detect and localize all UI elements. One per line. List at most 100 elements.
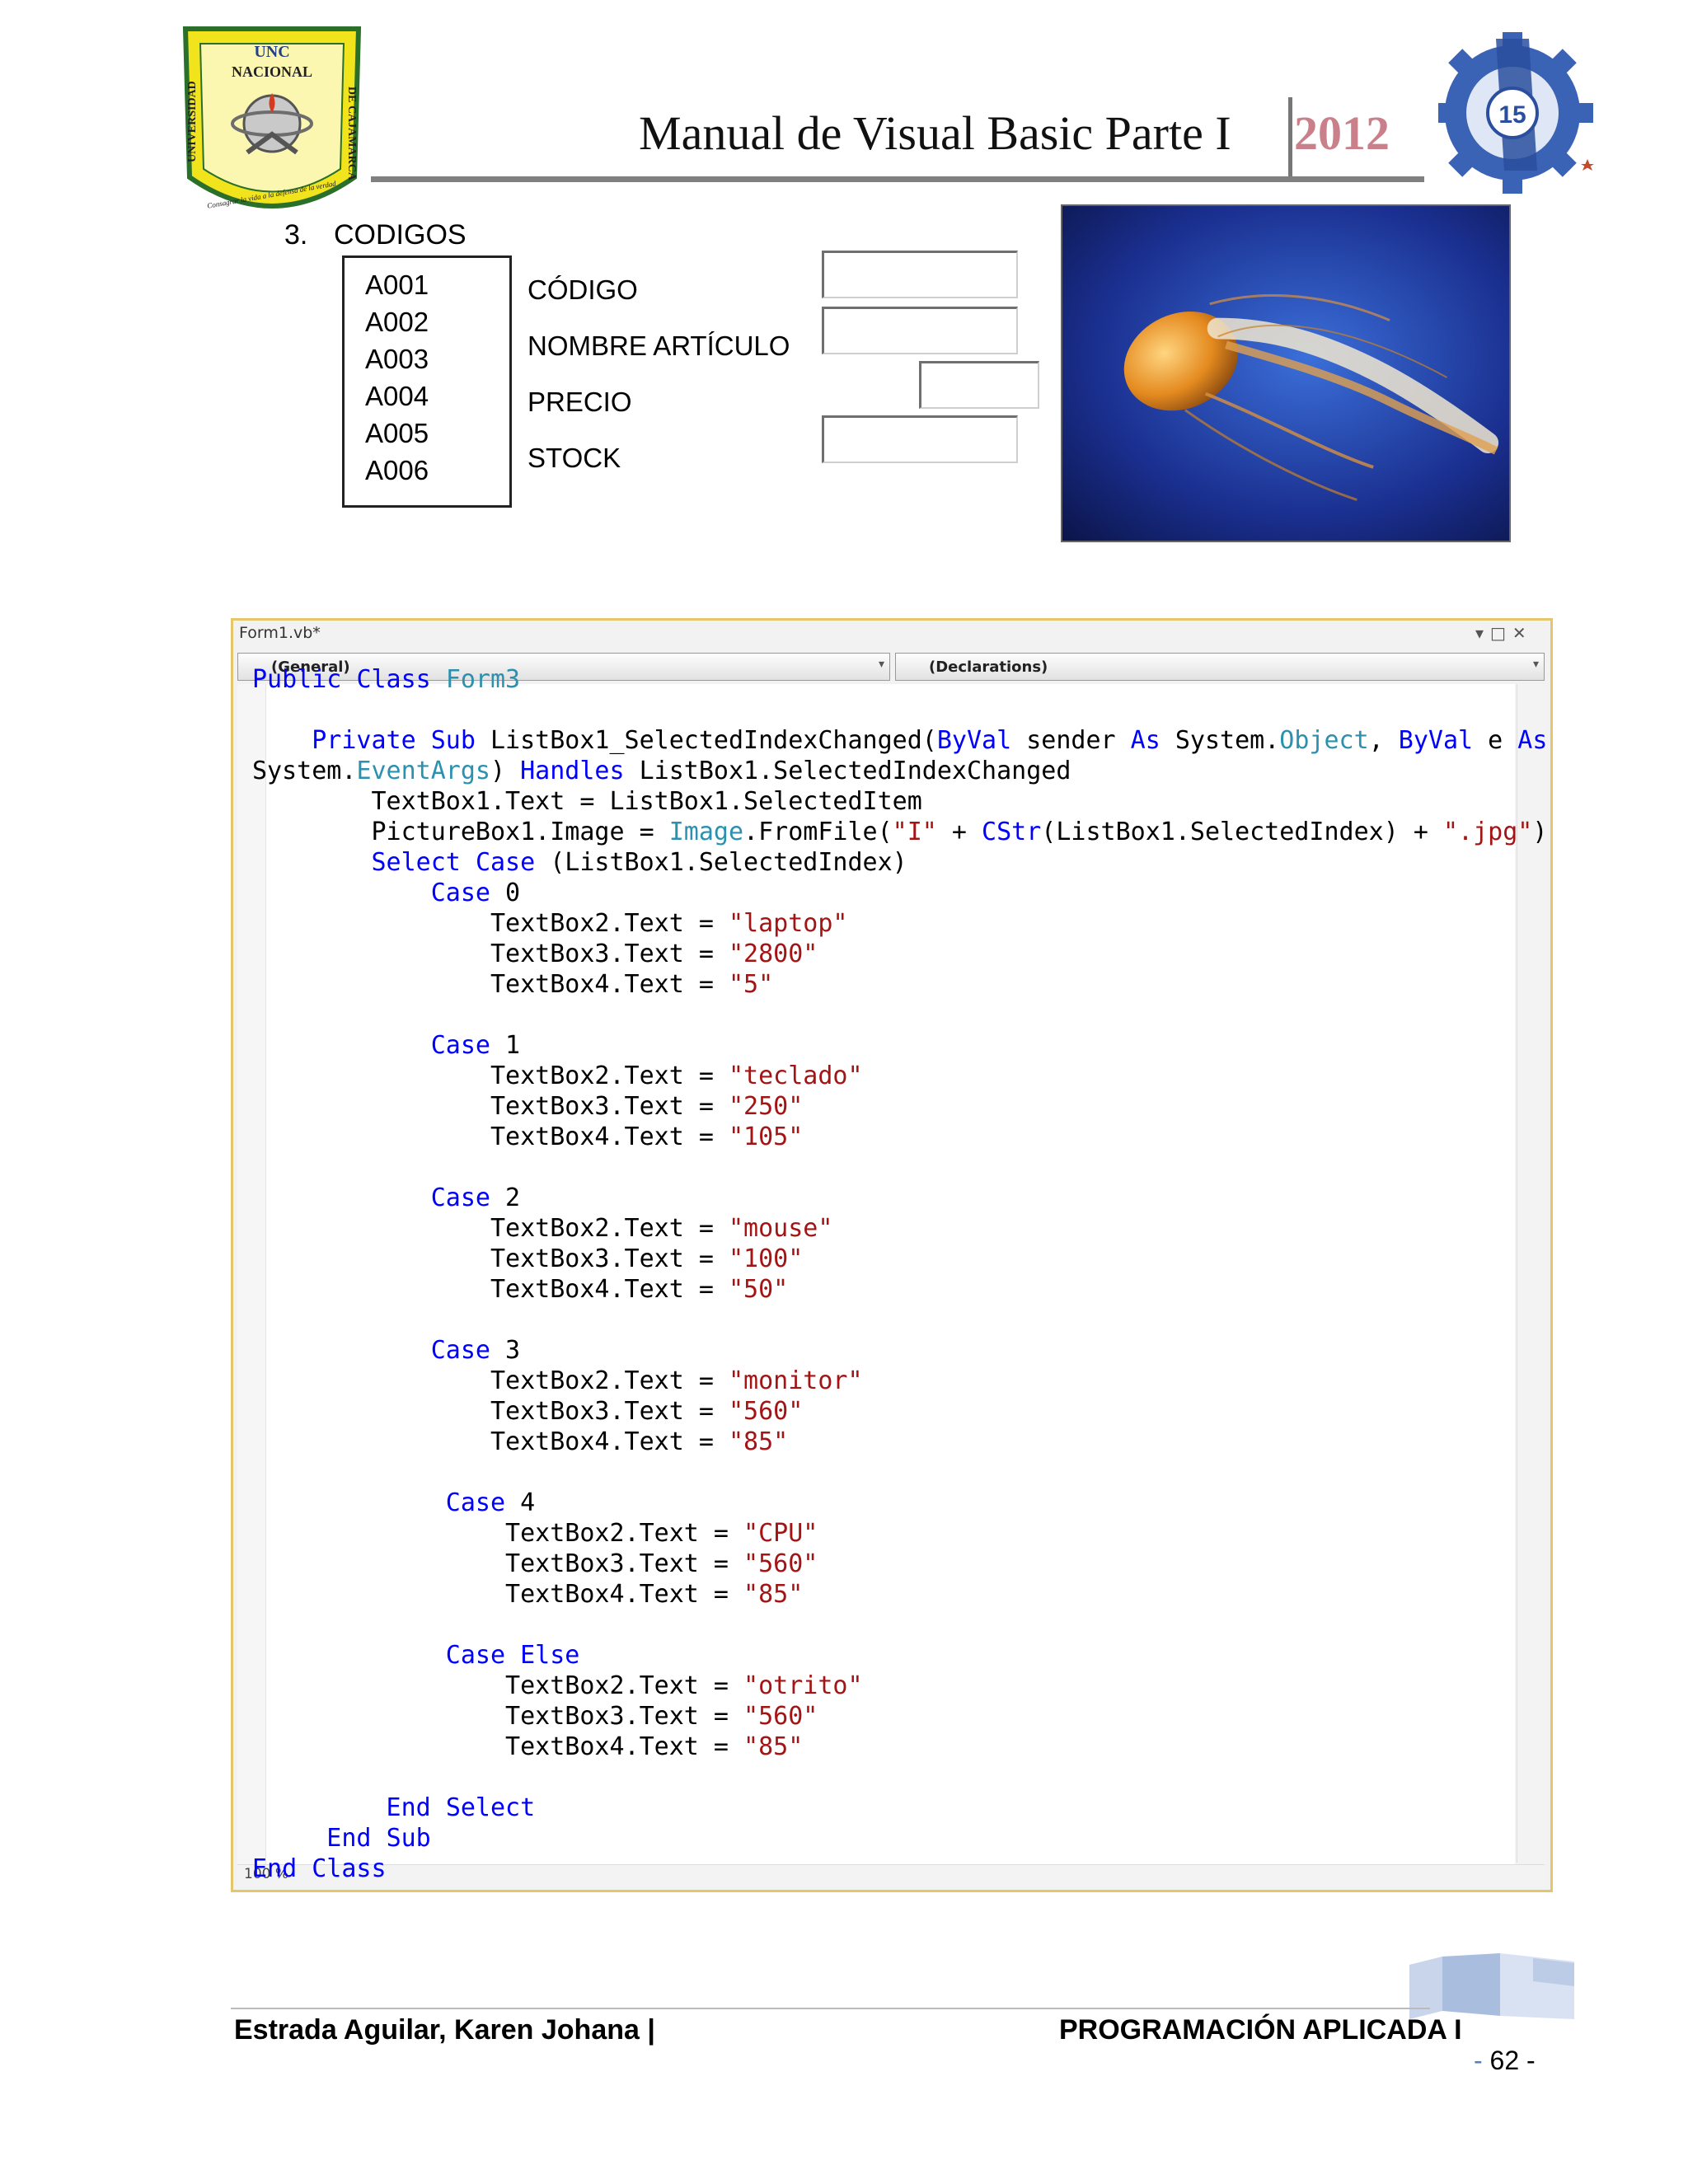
stock-label: STOCK — [528, 443, 621, 473]
code-lines: Public Class Form3 Private Sub ListBox1_… — [252, 664, 1547, 1884]
code-line: Case 1 — [252, 1030, 1547, 1061]
code-token: + — [936, 818, 982, 846]
code-line: Case 4 — [252, 1488, 1547, 1518]
code-token: ListBox1_SelectedIndexChanged( — [490, 726, 937, 755]
footer-course: PROGRAMACIÓN APLICADA I — [1059, 2014, 1462, 2046]
code-token: End — [252, 1793, 446, 1822]
code-token: "85" — [743, 1580, 804, 1609]
code-line: Private Sub ListBox1_SelectedIndexChange… — [252, 725, 1547, 756]
stock-textbox[interactable] — [822, 415, 1018, 463]
code-token: Case — [252, 1641, 521, 1670]
list-item[interactable]: A005 — [365, 418, 429, 449]
code-token: "mouse" — [728, 1214, 833, 1243]
code-line: System.EventArgs) Handles ListBox1.Selec… — [252, 756, 1547, 786]
list-item[interactable]: A004 — [365, 381, 429, 412]
code-token: ) — [490, 757, 521, 785]
code-token: PictureBox1.Image = — [252, 818, 669, 846]
list-item[interactable]: A001 — [365, 269, 429, 301]
header-title: Manual de Visual Basic Parte I — [639, 106, 1231, 160]
code-line: TextBox2.Text = "teclado" — [252, 1061, 1547, 1091]
section-number: 3. — [284, 219, 308, 251]
code-token: 0 — [490, 879, 521, 907]
code-line: Public Class Form3 — [252, 664, 1547, 695]
code-token: Case — [475, 848, 536, 877]
code-token: "teclado" — [728, 1062, 863, 1090]
code-token: (ListBox1.SelectedIndex) + — [1041, 818, 1443, 846]
code-token: ".jpg" — [1442, 818, 1533, 846]
code-token: , — [1368, 726, 1399, 755]
code-token: Class — [312, 1854, 387, 1883]
precio-textbox[interactable] — [919, 361, 1039, 409]
code-token: As — [1517, 726, 1548, 755]
code-token: TextBox4.Text = — [252, 1275, 729, 1304]
code-token: TextBox2.Text = — [252, 1062, 729, 1090]
code-token: Case — [252, 1336, 490, 1365]
code-token: TextBox2.Text = — [252, 1366, 729, 1395]
code-token: Sub — [386, 1824, 431, 1853]
code-line: Case Else — [252, 1640, 1547, 1671]
code-line: TextBox4.Text = "85" — [252, 1427, 1547, 1457]
code-token: TextBox4.Text = — [252, 1427, 729, 1456]
code-token: "5" — [728, 970, 774, 999]
code-token: Select — [445, 1793, 536, 1822]
code-token: 2 — [490, 1183, 521, 1212]
codigo-textbox[interactable] — [822, 251, 1018, 298]
footer-rule — [231, 2008, 1430, 2009]
code-token: TextBox2.Text = — [252, 909, 729, 938]
code-line: TextBox2.Text = "otrito" — [252, 1671, 1547, 1701]
code-line: Case 2 — [252, 1183, 1547, 1213]
code-token: ListBox1.SelectedIndexChanged — [624, 757, 1071, 785]
code-token: "50" — [728, 1275, 789, 1304]
code-token: "I" — [892, 818, 937, 846]
code-line: TextBox1.Text = ListBox1.SelectedItem — [252, 786, 1547, 817]
window-controls[interactable]: ▾□✕ — [1475, 623, 1533, 643]
code-line: End Sub — [252, 1823, 1547, 1854]
code-line: Select Case (ListBox1.SelectedIndex) — [252, 847, 1547, 878]
nombre-textbox[interactable] — [822, 307, 1018, 354]
list-item[interactable]: A003 — [365, 344, 429, 375]
code-token: TextBox1.Text = ListBox1.SelectedItem — [252, 787, 922, 816]
code-token: Object — [1279, 726, 1369, 755]
code-token: Case — [252, 1183, 490, 1212]
code-token: TextBox2.Text = — [252, 1214, 729, 1243]
code-token: TextBox3.Text = — [252, 1092, 729, 1121]
header-separator — [1288, 97, 1292, 180]
code-token: TextBox3.Text = — [252, 1397, 729, 1426]
list-item[interactable]: A002 — [365, 307, 429, 338]
list-item[interactable]: A006 — [365, 455, 429, 486]
codes-listbox[interactable]: A001 A002 A003 A004 A005 A006 — [342, 255, 512, 508]
code-line: TextBox4.Text = "85" — [252, 1579, 1547, 1610]
code-line: End Select — [252, 1793, 1547, 1823]
code-token: ByVal — [936, 726, 1012, 755]
editor-tab-title[interactable]: Form1.vb* — [239, 624, 321, 642]
code-line: TextBox2.Text = "mouse" — [252, 1213, 1547, 1244]
code-token: Sub — [430, 726, 490, 755]
code-line: Case 3 — [252, 1335, 1547, 1366]
code-token: TextBox2.Text = — [252, 1671, 744, 1700]
code-token: End — [252, 1854, 312, 1883]
code-token: "laptop" — [728, 909, 848, 938]
code-token: EventArgs — [356, 757, 490, 785]
code-token: 3 — [490, 1336, 521, 1365]
code-token: ByVal — [1398, 726, 1474, 755]
code-token: "CPU" — [743, 1519, 818, 1548]
code-line: TextBox2.Text = "CPU" — [252, 1518, 1547, 1549]
code-token: "2800" — [728, 940, 818, 968]
code-token: As — [1130, 726, 1160, 755]
code-line: TextBox3.Text = "2800" — [252, 939, 1547, 969]
code-token: ) — [1532, 818, 1548, 846]
code-line: TextBox3.Text = "100" — [252, 1244, 1547, 1274]
code-token: End — [252, 1824, 387, 1853]
code-token: "85" — [743, 1732, 804, 1761]
code-line: TextBox4.Text = "50" — [252, 1274, 1547, 1305]
code-token: "85" — [728, 1427, 789, 1456]
code-token: e — [1473, 726, 1518, 755]
code-line: End Class — [252, 1854, 1547, 1884]
code-token: Handles — [520, 757, 625, 785]
code-token: TextBox2.Text = — [252, 1519, 744, 1548]
code-token: "560" — [743, 1549, 818, 1578]
code-token: sender — [1011, 726, 1131, 755]
